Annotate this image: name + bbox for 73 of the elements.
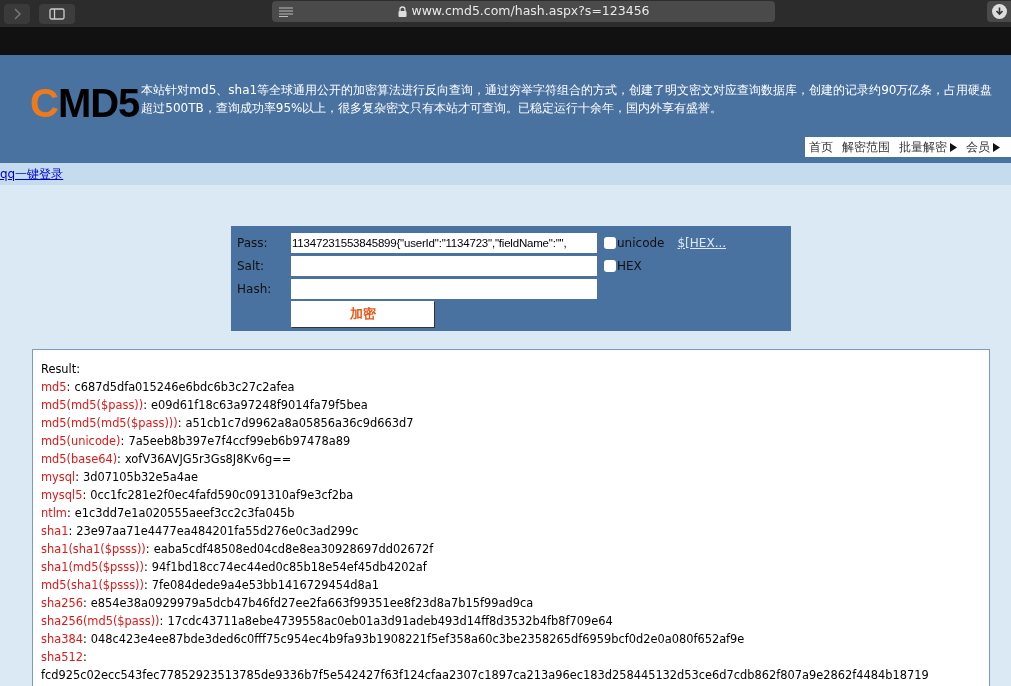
separator: : bbox=[82, 488, 87, 502]
nav-link[interactable]: 会员 bbox=[966, 138, 1000, 156]
lock-icon bbox=[398, 6, 408, 17]
hash-value: e1c3dd7e1a020555aeef3cc2c3fa045b bbox=[74, 506, 295, 520]
algorithm-label: sha512 bbox=[41, 650, 83, 664]
nav-link[interactable]: 批量解密 bbox=[899, 138, 957, 156]
field-label: Hash: bbox=[237, 280, 273, 298]
separator: : bbox=[177, 416, 182, 430]
nav-link[interactable]: 解密范围 bbox=[842, 138, 890, 156]
nav-link[interactable]: 首页 bbox=[809, 138, 833, 156]
separator: : bbox=[82, 632, 87, 646]
hash-value: eaba5cdf48508ed04cd8e8ea30928697dd02672f bbox=[153, 542, 434, 556]
text-field[interactable]: 11347231553845899{"userId":"1134723","fieldName":"", bbox=[291, 232, 597, 253]
qq-login-link[interactable]: qq一键登录 bbox=[0, 165, 64, 183]
separator: : bbox=[144, 578, 148, 592]
separator: : bbox=[75, 470, 79, 484]
hash-value: 94f1bd18cc74ec44ed0c85b18e54ef45db4202af bbox=[151, 560, 427, 574]
hash-value: xofV36AVJG5r3Gs8J8Kv6g== bbox=[124, 452, 292, 466]
text-field[interactable] bbox=[291, 278, 597, 299]
separator: : bbox=[159, 614, 164, 628]
separator: : bbox=[145, 542, 150, 556]
address-bar[interactable]: www.cmd5.com/hash.aspx?s=123456 bbox=[272, 1, 775, 22]
site-description: 本站针对md5、sha1等全球通用公开的加密算法进行反向查询，通过穷举字符组合的方式，创建了明文密文对应查询数据库，创建的记录约90万亿条，占用硬盘超过500TB，查询成功率95%以上，很多复杂密文只有本站才可查询。已稳定运行十余年，国内外享有盛誉。 bbox=[141, 82, 994, 117]
separator: : bbox=[66, 506, 71, 520]
reader-icon[interactable] bbox=[279, 6, 293, 17]
algorithm-label: md5(unicode) bbox=[41, 434, 121, 448]
hash-value: 7fe084dede9a4e53bb1416729454d8a1 bbox=[151, 578, 379, 592]
chevron-right-icon bbox=[13, 7, 21, 20]
hex-link[interactable]: $[HEX... bbox=[677, 233, 727, 252]
download-icon bbox=[992, 4, 1007, 19]
hash-value: 17cdc43711a8ebe4739558ac0eb01a3d91adeb493d14ff8d3532b4fb8f709e64 bbox=[167, 614, 613, 628]
field-label: Salt: bbox=[237, 257, 266, 275]
encrypt-button[interactable]: 加密 bbox=[291, 301, 434, 327]
result-title: Result: bbox=[41, 361, 82, 378]
algorithm-label: mysql bbox=[41, 470, 76, 484]
hash-value: 23e97aa71e4477ea484201fa55d276e0c3ad299c bbox=[76, 524, 359, 538]
field-label: Pass: bbox=[237, 234, 269, 252]
sidebar-icon bbox=[49, 7, 65, 20]
text-field[interactable] bbox=[291, 255, 597, 276]
checkbox-label[interactable]: HEX bbox=[604, 256, 642, 275]
hash-value: c687d5dfa015246e6bdc6b3c27c2afea bbox=[74, 380, 295, 394]
algorithm-label: ntlm bbox=[41, 506, 67, 520]
separator: : bbox=[82, 650, 87, 664]
algorithm-label: md5(sha1($psss)) bbox=[41, 578, 144, 592]
separator: : bbox=[143, 398, 148, 412]
algorithm-label: sha256(md5($pass)) bbox=[41, 614, 160, 628]
checkbox[interactable] bbox=[604, 259, 616, 272]
sidebar-button[interactable] bbox=[39, 3, 75, 24]
algorithm-label: sha256 bbox=[41, 596, 83, 610]
hash-value: fcd925c02ecc543fec77852923513785de9336b7f5e542427f63f124cfaa2307c1897ca213a96ec183d258445132d53ce6d7cdb862f807a9e2862f4484b18719 bbox=[41, 667, 930, 684]
url-text: www.cmd5.com/hash.aspx?s=123456 bbox=[411, 2, 650, 21]
algorithm-label: sha1(md5($psss)) bbox=[41, 560, 144, 574]
logo: CMD5 bbox=[30, 81, 140, 125]
separator: : bbox=[117, 452, 121, 466]
separator: : bbox=[82, 596, 87, 610]
downloads-button[interactable] bbox=[987, 1, 1011, 22]
hash-value: 7a5eeb8b397e7f4ccf99eb6b97478a89 bbox=[128, 434, 351, 448]
separator: : bbox=[66, 380, 71, 394]
hash-value: e854e38a0929979a5dcb47b46fd27ee2fa663f99351ee8f23d8a7b15f99ad9ca bbox=[90, 596, 534, 610]
separator: : bbox=[120, 434, 125, 448]
algorithm-label: sha1(sha1($psss)) bbox=[41, 542, 146, 556]
hash-value: 3d07105b32e5a4ae bbox=[83, 470, 198, 484]
algorithm-label: md5(md5(md5($pass))) bbox=[41, 416, 178, 430]
hash-value: 048c423e4ee87bde3ded6c0fff75c954ec4b9fa93b1908221f5ef358a60c3be2358265df6959bcf0d2e0a080f652af9e bbox=[90, 632, 745, 646]
separator: : bbox=[144, 560, 148, 574]
checkbox-label[interactable]: unicode bbox=[604, 233, 665, 252]
hash-value: e09d61f18c63a97248f9014fa79f5bea bbox=[151, 398, 368, 412]
checkbox[interactable] bbox=[604, 236, 616, 249]
algorithm-label: sha384 bbox=[41, 632, 83, 646]
algorithm-label: md5 bbox=[41, 380, 67, 394]
hash-value: a51cb1c7d9962a8a05856a36c9d663d7 bbox=[185, 416, 414, 430]
separator: : bbox=[68, 524, 73, 538]
hash-value: 0cc1fc281e2f0ec4fafd590c091310af9e3cf2ba bbox=[90, 488, 354, 502]
